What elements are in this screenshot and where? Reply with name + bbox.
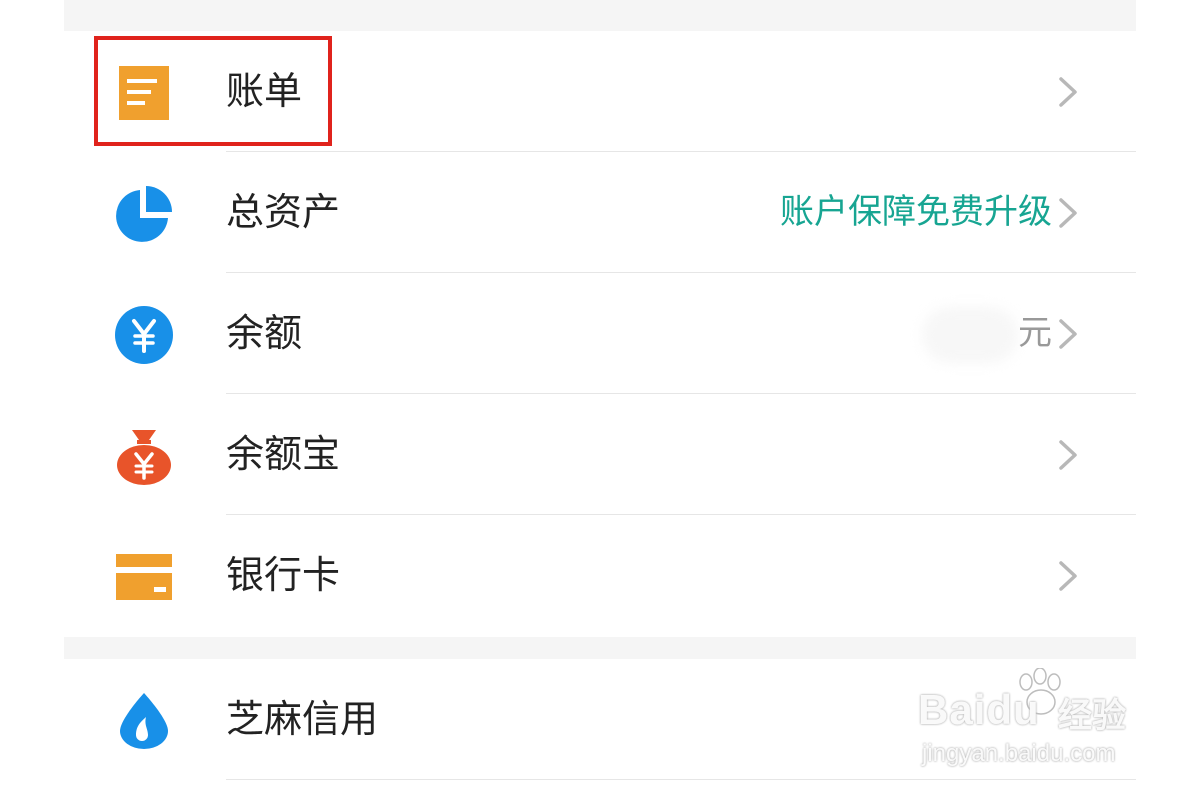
annotation-highlight-box (94, 36, 332, 146)
baidu-jingyan-watermark: Baidu 经验 jingyan.baidu.com (918, 667, 1140, 780)
chevron-right-icon (1056, 75, 1080, 109)
watermark-brand: Baidu (918, 686, 1040, 733)
menu-item-label: 余额宝 (226, 432, 341, 476)
sesame-drop-icon (114, 691, 174, 751)
money-bag-icon (114, 426, 174, 486)
menu-item-label: 银行卡 (226, 553, 341, 597)
account-protection-promo[interactable]: 账户保障免费升级 (780, 152, 1052, 273)
watermark-product: 经验 (1058, 696, 1126, 736)
menu-item-total-assets[interactable]: 总资产 账户保障免费升级 (64, 152, 1136, 273)
yuan-coin-icon (114, 305, 174, 365)
menu-item-balance[interactable]: 余额 元 (64, 273, 1136, 394)
watermark-url: jingyan.baidu.com (922, 740, 1116, 767)
chevron-right-icon (1056, 438, 1080, 472)
currency-unit: 元 (1018, 313, 1052, 353)
menu-item-label: 余额 (226, 311, 303, 355)
balance-amount-redacted (922, 307, 1018, 363)
chevron-right-icon (1056, 196, 1080, 230)
pie-chart-icon (114, 184, 174, 244)
bank-card-icon (114, 547, 174, 607)
chevron-right-icon (1056, 317, 1080, 351)
menu-item-bank-card[interactable]: 银行卡 (64, 515, 1136, 636)
menu-item-label: 总资产 (226, 190, 341, 234)
menu-item-label: 芝麻信用 (226, 697, 379, 741)
chevron-right-icon (1056, 559, 1080, 593)
menu-item-yuebao[interactable]: 余额宝 (64, 394, 1136, 515)
